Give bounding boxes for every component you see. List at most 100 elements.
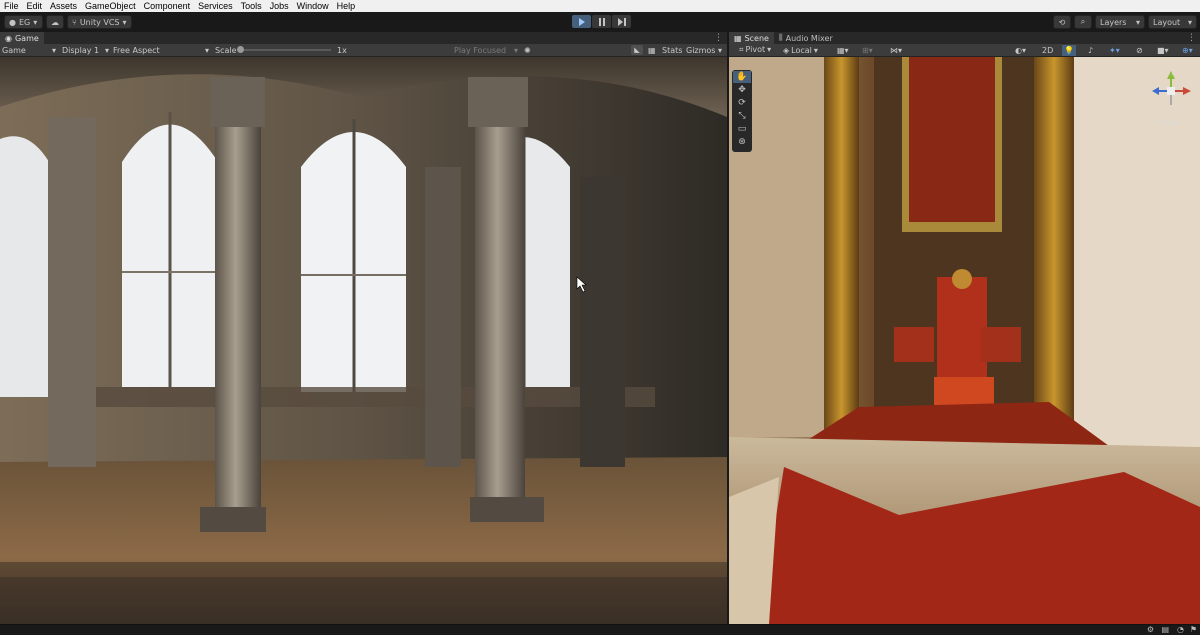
rect-tool-icon[interactable]: ▭	[738, 123, 747, 135]
menu-item-edit[interactable]: Edit	[23, 0, 47, 12]
display-dropdown[interactable]: Display 1 ▾	[62, 46, 109, 55]
perspective-label[interactable]: < Persp	[1152, 119, 1179, 127]
chevron-down-icon[interactable]: ▾	[718, 46, 722, 55]
search-button[interactable]: ⌕	[1074, 15, 1092, 29]
stats-grid-icon[interactable]: ▦	[648, 46, 656, 55]
play-controls	[572, 15, 631, 28]
chevron-down-icon: ▾	[204, 45, 209, 55]
chevron-down-icon: ▾	[1187, 17, 1192, 27]
scene-toolbar: ⌗ Pivot ▾ ◈ Local ▾ ▦▾ ⊞▾ ⋈▾ ◐▾ 2D 💡 ♪ ✦▾ ⊘ …	[729, 44, 1200, 57]
menu-item-component[interactable]: Component	[140, 0, 195, 12]
status-bar: ⚙ ▤ ◔ ⚑	[0, 624, 1200, 635]
step-button[interactable]	[612, 15, 631, 28]
snap-increment-icon[interactable]: ⊞▾	[862, 46, 873, 55]
game-toolbar: Game ▾ Display 1 ▾ Free Aspect ▾ Scale 1x P…	[0, 44, 727, 57]
play-icon	[578, 17, 585, 26]
notifications-icon[interactable]: ⚑	[1190, 625, 1197, 634]
cloud-button[interactable]: ☁	[46, 15, 64, 29]
chevron-down-icon: ▾	[1135, 17, 1140, 27]
pause-button[interactable]	[592, 15, 611, 28]
scene-viewport[interactable]: ✋ ✥ ⟳ ⤡ ▭ ⊛ y z x < Persp	[729, 57, 1200, 624]
game-viewport[interactable]	[0, 57, 727, 624]
window-center	[301, 119, 406, 392]
tab-game[interactable]: ◉ Game	[0, 32, 44, 44]
chevron-down-icon: ▾	[513, 45, 518, 55]
snap-settings-icon[interactable]: ⋈▾	[890, 46, 902, 55]
layout-dropdown[interactable]: Layout ▾	[1148, 15, 1197, 29]
menu-item-gameobject[interactable]: GameObject	[81, 0, 140, 12]
tab-scene[interactable]: ▦ Scene	[729, 32, 774, 44]
aspect-dropdown[interactable]: Free Aspect ▾	[113, 46, 209, 55]
vcs-label: Unity VCS	[79, 17, 120, 27]
grid-icon: ▦	[734, 33, 742, 43]
hidden-objects-icon[interactable]: ⊘	[1136, 46, 1143, 55]
local-dropdown[interactable]: ◈ Local ▾	[783, 46, 823, 55]
layout-label: Layout	[1153, 17, 1181, 27]
chevron-down-icon: ▾	[813, 45, 818, 55]
gamepad-icon: ◉	[5, 33, 12, 43]
window-center-left	[122, 112, 218, 387]
menu-item-tools[interactable]: Tools	[237, 0, 266, 12]
gizmo-toggle-icon[interactable]: ◣	[631, 45, 643, 55]
menu-item-services[interactable]: Services	[194, 0, 237, 12]
tab-audio-mixer[interactable]: ⫼ Audio Mixer	[774, 32, 838, 44]
mixer-icon: ⫼	[778, 33, 783, 42]
chevron-down-icon: ▾	[33, 17, 38, 27]
axis-x-label: x	[1190, 82, 1194, 89]
play-button[interactable]	[572, 15, 591, 28]
hand-tool-icon[interactable]: ✋	[733, 71, 751, 83]
move-tool-icon[interactable]: ✥	[738, 84, 746, 96]
panel-menu-icon[interactable]: ⋮	[1187, 33, 1196, 43]
gizmos-button[interactable]: Gizmos	[686, 46, 715, 55]
scale-value: 1x	[337, 45, 347, 55]
layers-label: Layers	[1100, 17, 1127, 27]
gizmos-toggle-icon[interactable]: ⊕▾	[1182, 46, 1193, 55]
scale-tool-icon[interactable]: ⤡	[738, 110, 745, 122]
debug-icon[interactable]: ⚙	[1147, 625, 1154, 634]
camera-settings-icon[interactable]: ■▾	[1157, 46, 1169, 55]
rotate-tool-icon[interactable]: ⟳	[738, 97, 746, 109]
scene-panel-tabs: ▦ Scene ⫼ Audio Mixer ⋮	[729, 32, 1200, 44]
play-focused-dropdown[interactable]: Play Focused ▾	[454, 46, 518, 55]
window-left	[0, 136, 52, 397]
effects-toggle-icon[interactable]: ✦▾	[1109, 46, 1120, 55]
stats-button[interactable]: Stats	[662, 46, 682, 55]
account-button[interactable]: ● EG ▾	[4, 15, 43, 29]
scene-render	[729, 57, 1200, 624]
panel-menu-icon[interactable]: ⋮	[714, 33, 723, 43]
transform-tool-icon[interactable]: ⊛	[738, 136, 746, 148]
vcs-button[interactable]: ⑂ Unity VCS ▾	[67, 15, 132, 29]
chevron-down-icon: ▾	[122, 17, 127, 27]
axis-y-label: y	[1171, 69, 1175, 75]
menu-item-file[interactable]: File	[0, 0, 23, 12]
game-panel-tabs: ◉ Game ⋮	[0, 32, 727, 44]
menu-bar: File Edit Assets GameObject Component Service…	[0, 0, 1200, 12]
chevron-down-icon: ▾	[767, 45, 772, 54]
menu-item-jobs[interactable]: Jobs	[266, 0, 293, 12]
axis-z-label: z	[1145, 88, 1148, 95]
lighting-toggle-icon[interactable]: 💡	[1062, 44, 1076, 56]
menu-item-help[interactable]: Help	[333, 0, 360, 12]
pause-icon	[598, 17, 605, 26]
shading-mode-icon[interactable]: ◐▾	[1015, 46, 1026, 55]
branch-icon: ⑂	[72, 17, 77, 27]
pillar-far-left	[48, 117, 96, 467]
step-icon	[617, 17, 626, 26]
menu-item-assets[interactable]: Assets	[46, 0, 81, 12]
tool-palette: ✋ ✥ ⟳ ⤡ ▭ ⊛	[732, 70, 752, 152]
pivot-dropdown[interactable]: ⌗ Pivot ▾	[739, 45, 779, 55]
scale-label: Scale	[215, 45, 237, 55]
menu-item-window[interactable]: Window	[293, 0, 333, 12]
history-button[interactable]: ⟲	[1053, 15, 1071, 29]
layers-dropdown[interactable]: Layers ▾	[1095, 15, 1145, 29]
grid-snap-icon[interactable]: ▦▾	[837, 46, 849, 55]
2d-toggle[interactable]: 2D	[1042, 46, 1053, 55]
scale-slider[interactable]	[237, 46, 331, 53]
cache-icon[interactable]: ▤	[1161, 625, 1169, 634]
orientation-gizmo[interactable]: y z x < Persp	[1139, 68, 1195, 127]
mute-audio-icon[interactable]: ✺	[524, 46, 531, 55]
scale-slider-thumb[interactable]	[237, 46, 244, 53]
progress-icon[interactable]: ◔	[1177, 625, 1184, 634]
game-view-mode-dropdown[interactable]: Game ▾	[2, 46, 56, 55]
audio-toggle-icon[interactable]: ♪	[1088, 46, 1093, 55]
